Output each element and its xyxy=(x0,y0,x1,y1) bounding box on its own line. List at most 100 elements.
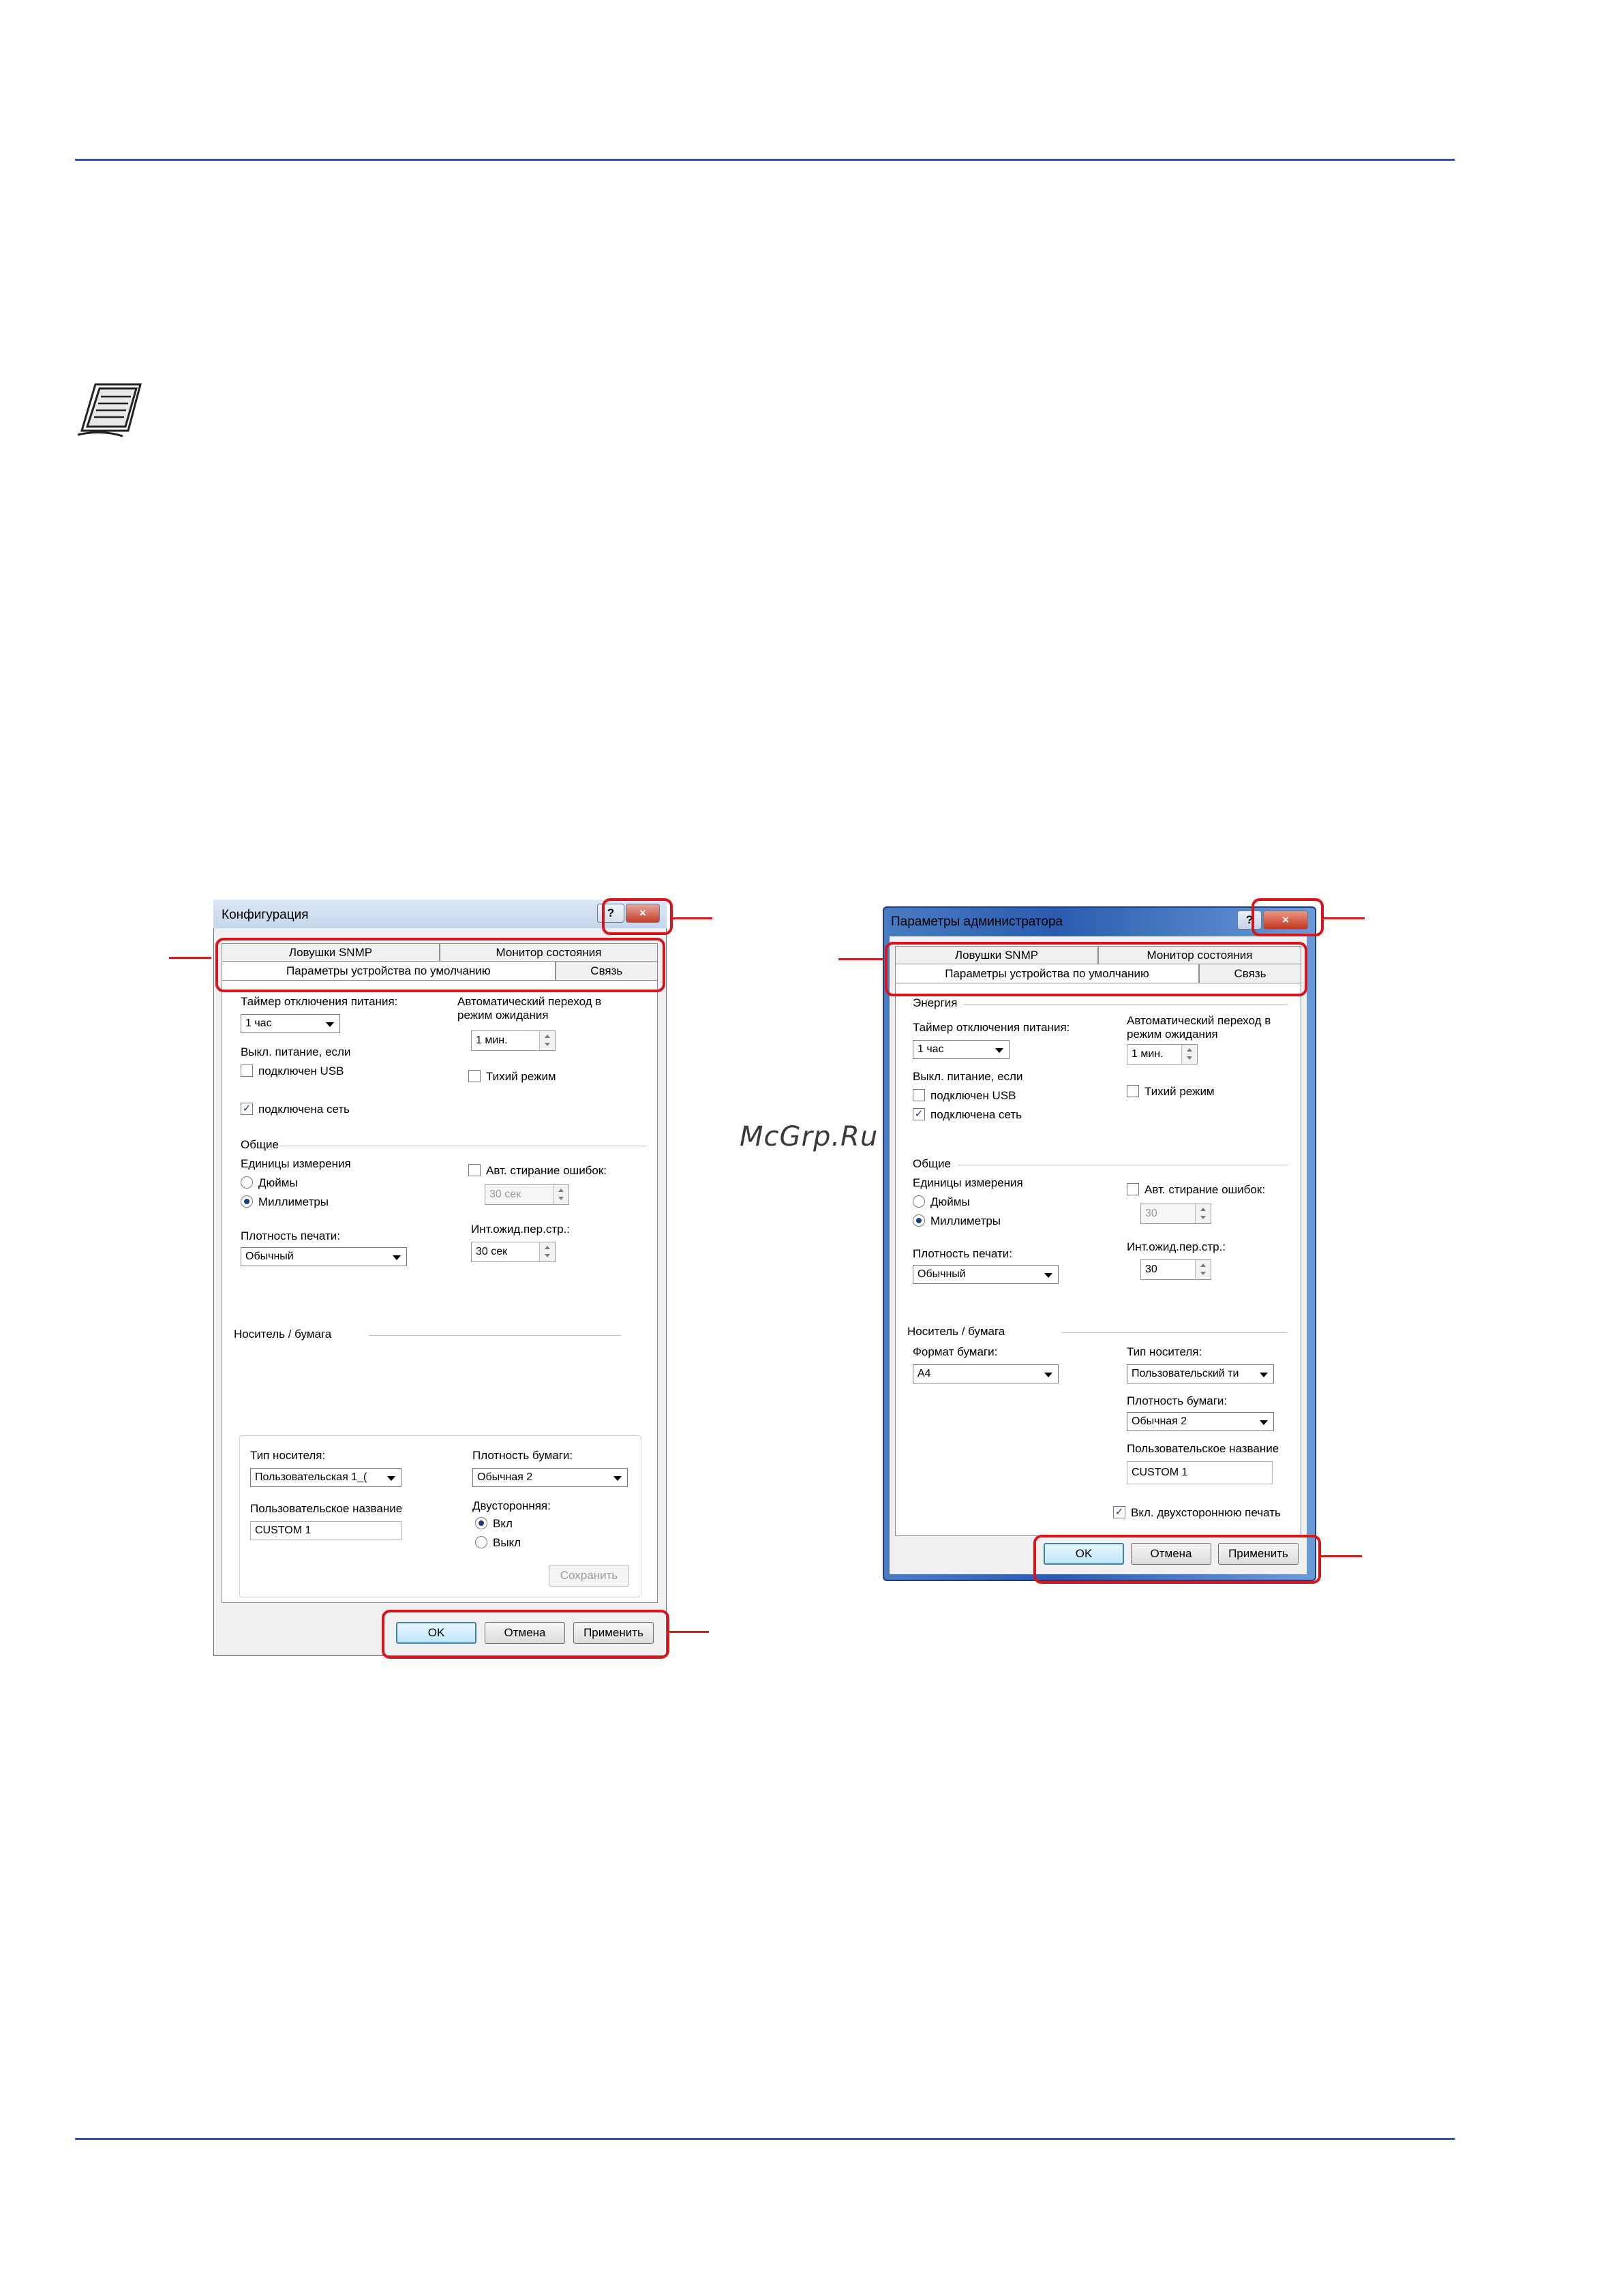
sleep-label-2: режим ожидания xyxy=(457,1009,549,1022)
chevron-down-icon xyxy=(1044,1273,1052,1278)
units-label: Единицы измерения xyxy=(913,1176,1023,1189)
sleep-spinner[interactable]: 1 мин. xyxy=(1127,1044,1198,1065)
callout-line xyxy=(1318,1555,1362,1557)
quiet-checkbox[interactable] xyxy=(468,1070,481,1082)
media-type-label: Тип носителя: xyxy=(250,1449,326,1462)
millimeters-label: Миллиметры xyxy=(930,1214,1001,1227)
sleep-label: Автоматический переход в xyxy=(1127,1014,1271,1027)
paper-weight-label: Плотность бумаги: xyxy=(472,1449,573,1462)
custom-name-input[interactable]: CUSTOM 1 xyxy=(1127,1461,1273,1484)
usb-checkbox[interactable] xyxy=(913,1089,925,1101)
density-label: Плотность печати: xyxy=(913,1247,1012,1260)
power-off-if-label: Выкл. питание, если xyxy=(913,1070,1023,1083)
auto-error-label: Авт. стирание ошибок: xyxy=(1144,1183,1266,1196)
chevron-down-icon xyxy=(1260,1420,1268,1425)
paper-weight-select[interactable]: Обычная 2 xyxy=(1127,1412,1274,1431)
highlight-close xyxy=(1252,898,1324,936)
sleep-label-2: режим ожидания xyxy=(1127,1028,1218,1041)
duplex-check-label: Вкл. двухстороннюю печать xyxy=(1131,1506,1281,1519)
power-timer-select[interactable]: 1 час xyxy=(913,1040,1010,1059)
inches-radio[interactable] xyxy=(241,1176,253,1189)
admin-dialog: Параметры администратора ? × Ловушки SNM… xyxy=(883,906,1316,1581)
callout-line xyxy=(671,917,712,919)
chevron-down-icon xyxy=(1260,1373,1268,1377)
chevron-down-icon xyxy=(1044,1373,1052,1377)
spinner-arrows-icon[interactable] xyxy=(539,1242,555,1261)
media-group-line xyxy=(1061,1332,1288,1333)
density-select[interactable]: Обычный xyxy=(241,1247,407,1266)
custom-name-label: Пользовательское название xyxy=(1127,1442,1279,1455)
highlight-tabs xyxy=(215,938,665,992)
media-group-line xyxy=(369,1335,621,1336)
quiet-checkbox[interactable] xyxy=(1127,1085,1139,1097)
auto-error-checkbox[interactable] xyxy=(468,1164,481,1176)
paper-weight-select[interactable]: Обычная 2 xyxy=(472,1468,628,1487)
auto-error-spinner[interactable]: 30 сек xyxy=(485,1184,569,1205)
density-select[interactable]: Обычный xyxy=(913,1265,1059,1284)
usb-label: подключен USB xyxy=(258,1065,344,1077)
sleep-spinner[interactable]: 1 мин. xyxy=(471,1030,556,1051)
media-type-select[interactable]: Пользовательская 1_( xyxy=(250,1468,401,1487)
usb-checkbox[interactable] xyxy=(241,1065,253,1077)
energy-group-line xyxy=(963,1004,1288,1005)
spinner-arrows-icon[interactable] xyxy=(1195,1204,1211,1223)
spinner-arrows-icon[interactable] xyxy=(1195,1260,1211,1279)
general-group-label: Общие xyxy=(913,1157,951,1170)
timeout-label: Инт.ожид.пер.стр.: xyxy=(1127,1240,1226,1253)
power-timer-label: Таймер отключения питания: xyxy=(913,1021,1070,1034)
duplex-checkbox[interactable]: ✓ xyxy=(1113,1506,1125,1518)
paper-size-select[interactable]: A4 xyxy=(913,1364,1059,1383)
network-checkbox[interactable]: ✓ xyxy=(241,1103,253,1115)
timeout-spinner[interactable]: 30 xyxy=(1140,1259,1211,1280)
usb-label: подключен USB xyxy=(930,1089,1016,1102)
network-label: подключена сеть xyxy=(258,1103,350,1116)
media-type-select[interactable]: Пользовательский ти xyxy=(1127,1364,1274,1383)
custom-name-input[interactable]: CUSTOM 1 xyxy=(250,1521,401,1540)
duplex-off-label: Выкл xyxy=(493,1536,521,1549)
general-group-label: Общие xyxy=(241,1138,279,1151)
network-checkbox[interactable]: ✓ xyxy=(913,1108,925,1120)
duplex-off-radio[interactable] xyxy=(475,1536,487,1548)
media-group-label: Носитель / бумага xyxy=(234,1328,332,1341)
millimeters-radio[interactable] xyxy=(913,1214,925,1227)
media-type-label: Тип носителя: xyxy=(1127,1345,1202,1358)
quiet-label: Тихий режим xyxy=(486,1070,556,1083)
quiet-label: Тихий режим xyxy=(1144,1085,1215,1098)
sleep-label: Автоматический переход в xyxy=(457,995,602,1008)
millimeters-label: Миллиметры xyxy=(258,1195,329,1208)
chevron-down-icon xyxy=(613,1476,622,1481)
inches-radio[interactable] xyxy=(913,1195,925,1208)
inches-label: Дюймы xyxy=(258,1176,298,1189)
chevron-down-icon xyxy=(393,1255,401,1260)
config-dialog: Конфигурация ? × Ловушки SNMP Монитор со… xyxy=(213,900,667,1656)
watermark: McGrp.Ru xyxy=(740,1121,879,1152)
highlight-buttons xyxy=(382,1610,669,1659)
chevron-down-icon xyxy=(995,1048,1003,1053)
timeout-label: Инт.ожид.пер.стр.: xyxy=(471,1223,571,1236)
auto-error-spinner[interactable]: 30 xyxy=(1140,1204,1211,1224)
highlight-buttons xyxy=(1033,1535,1321,1584)
config-title: Конфигурация xyxy=(222,908,309,922)
note-icon xyxy=(77,383,142,438)
timeout-spinner[interactable]: 30 сек xyxy=(471,1242,556,1262)
millimeters-radio[interactable] xyxy=(241,1195,253,1208)
spinner-arrows-icon[interactable] xyxy=(1181,1045,1197,1064)
save-button[interactable]: Сохранить xyxy=(549,1565,629,1587)
energy-group-label: Энергия xyxy=(913,996,958,1009)
media-group-label: Носитель / бумага xyxy=(907,1325,1005,1338)
paper-size-label: Формат бумаги: xyxy=(913,1345,998,1358)
units-label: Единицы измерения xyxy=(241,1157,351,1170)
custom-name-label: Пользовательское название xyxy=(250,1502,403,1515)
spinner-arrows-icon[interactable] xyxy=(539,1031,555,1050)
duplex-on-radio[interactable] xyxy=(475,1517,487,1529)
power-timer-select[interactable]: 1 час xyxy=(241,1014,340,1033)
config-titlebar: Конфигурация ? × xyxy=(213,900,667,928)
highlight-close xyxy=(602,898,673,935)
spinner-arrows-icon[interactable] xyxy=(553,1185,568,1204)
admin-title: Параметры администратора xyxy=(891,915,1063,929)
auto-error-checkbox[interactable] xyxy=(1127,1183,1139,1195)
footer-rule xyxy=(75,2138,1455,2140)
inches-label: Дюймы xyxy=(930,1195,970,1208)
density-label: Плотность печати: xyxy=(241,1229,340,1242)
power-timer-label: Таймер отключения питания: xyxy=(241,995,398,1008)
